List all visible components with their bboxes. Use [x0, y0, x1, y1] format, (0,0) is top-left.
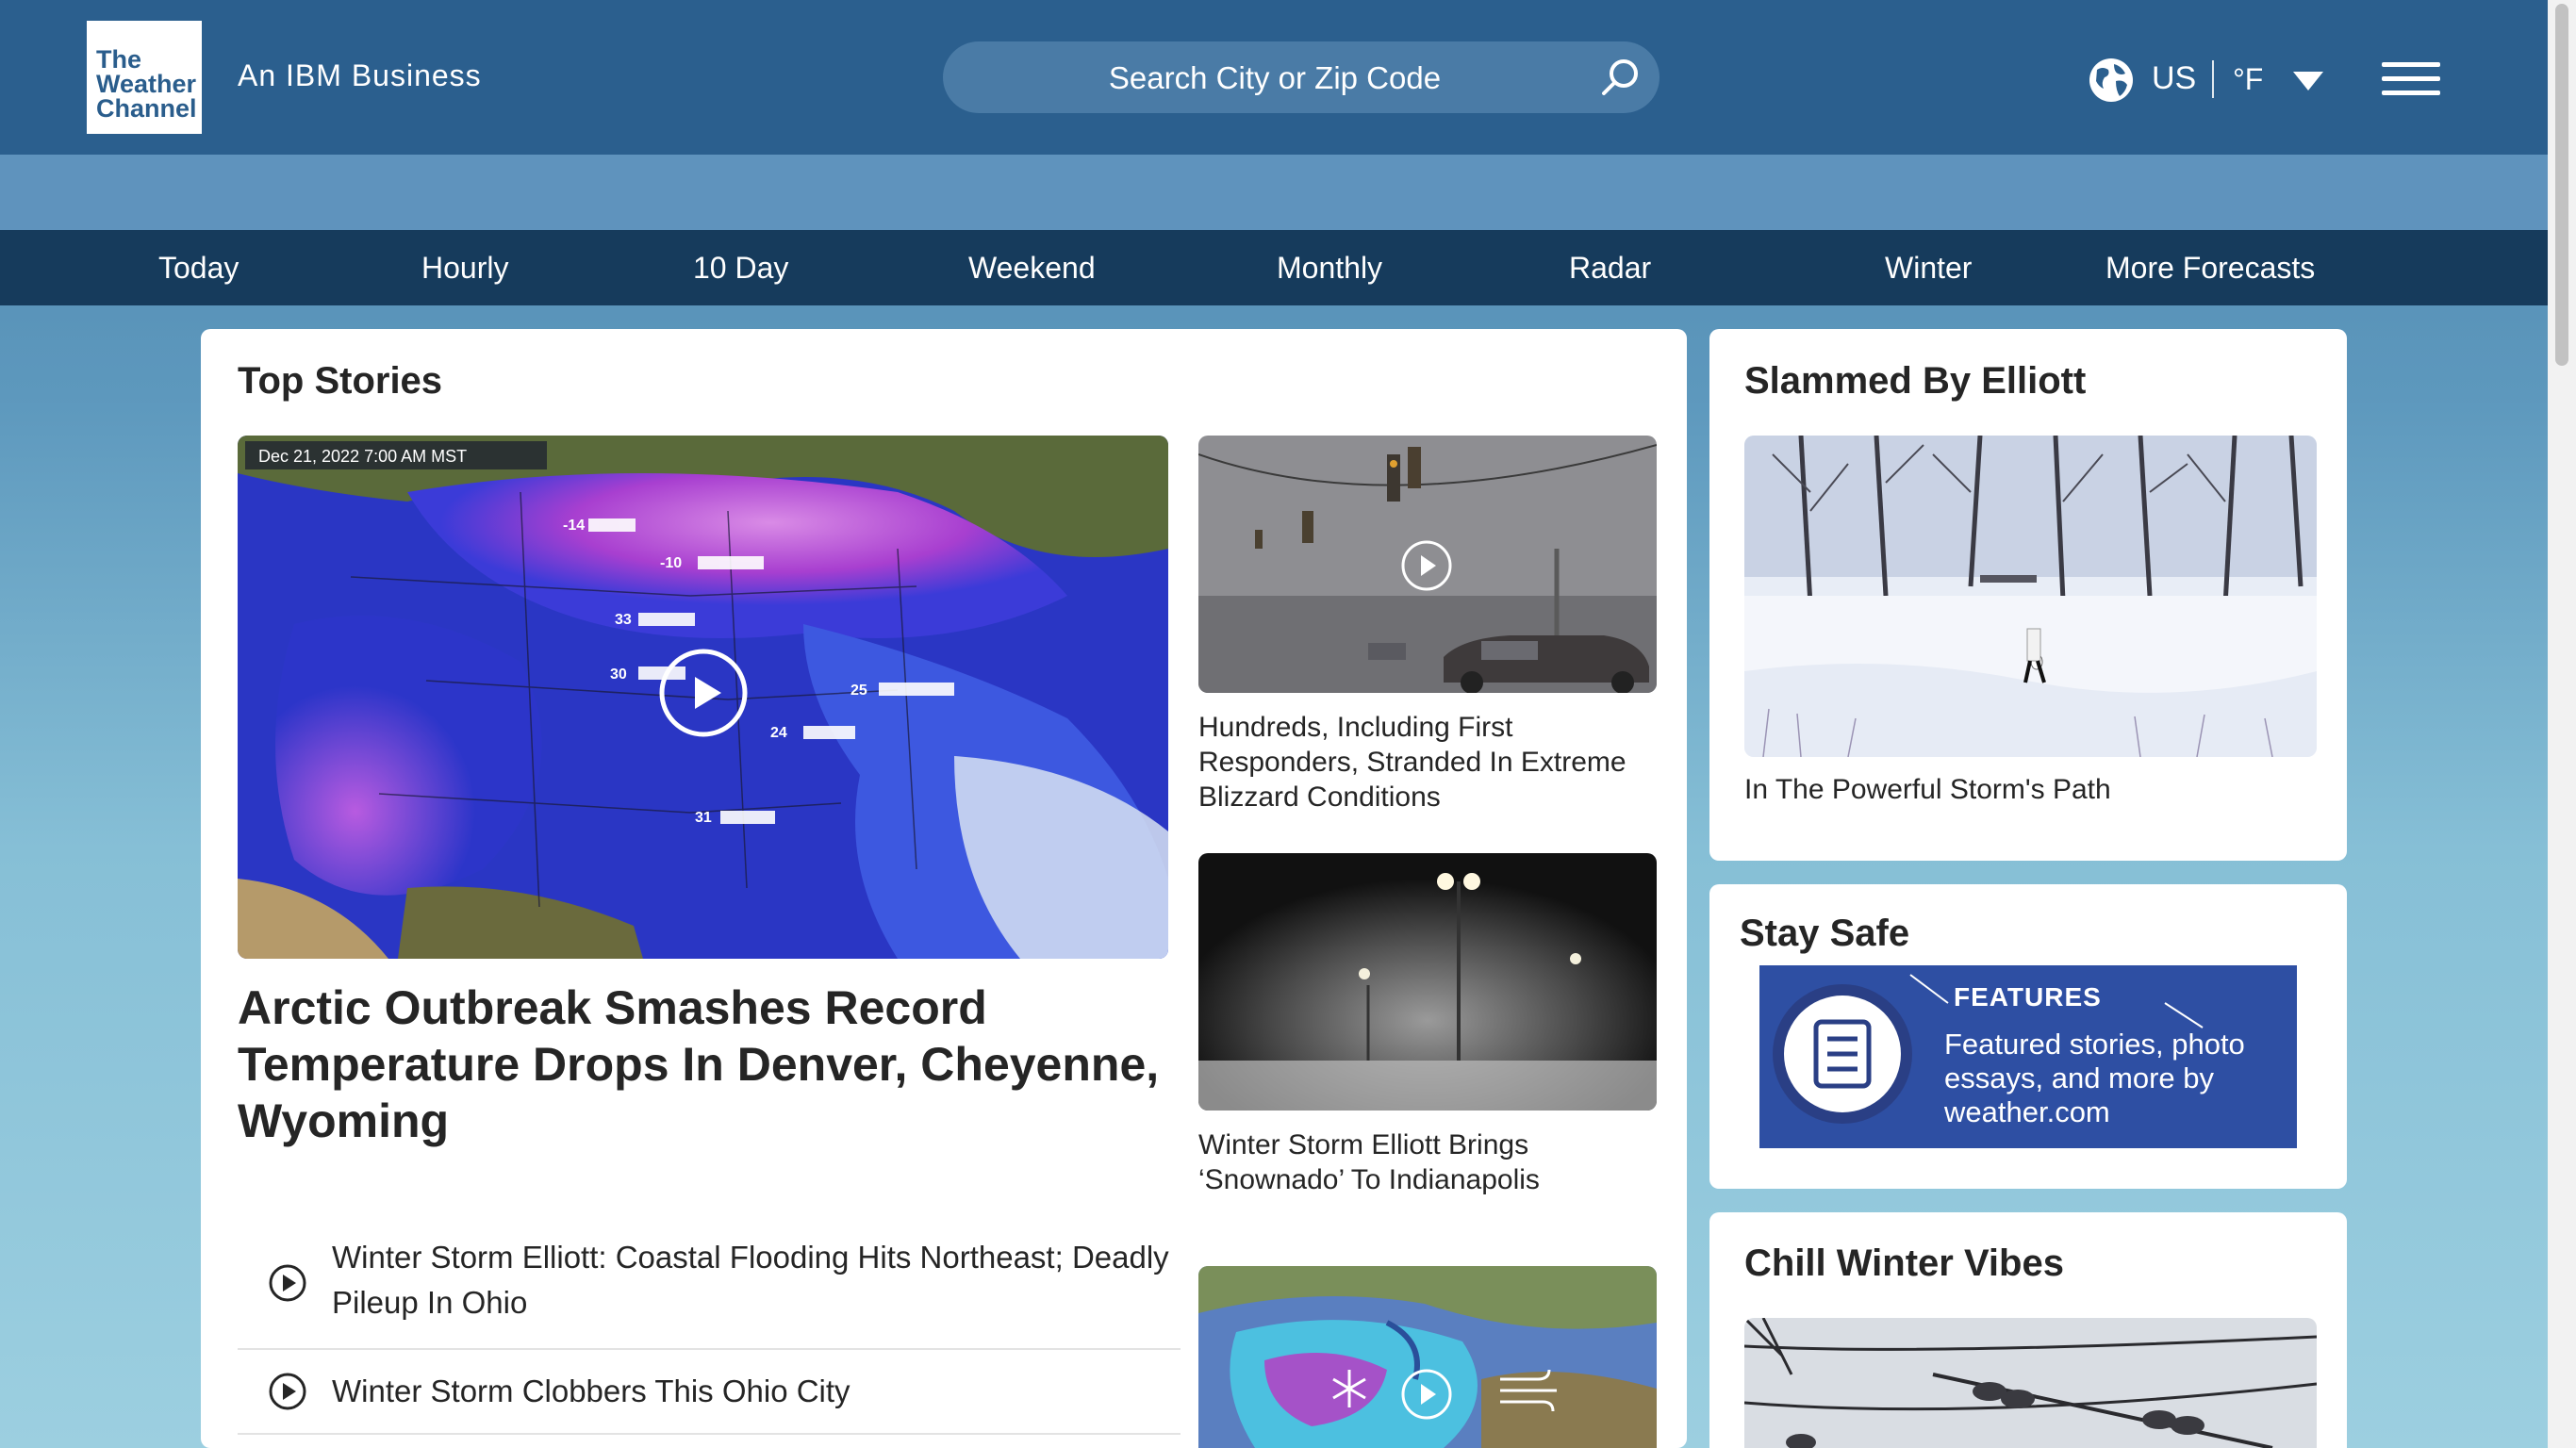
- nav-radar[interactable]: Radar: [1569, 230, 1651, 305]
- document-icon: [1813, 1019, 1872, 1089]
- alert-band: [0, 155, 2548, 230]
- play-icon[interactable]: [1400, 1368, 1453, 1421]
- ibm-tagline: An IBM Business: [238, 58, 482, 92]
- video-link-2[interactable]: Winter Storm Clobbers This Ohio City: [238, 1369, 1181, 1425]
- caret-down-icon[interactable]: [2291, 70, 2325, 92]
- slammed-caption[interactable]: In The Powerful Storm's Path: [1744, 772, 2310, 807]
- nav-monthly[interactable]: Monthly: [1277, 230, 1382, 305]
- nav-today[interactable]: Today: [158, 230, 239, 305]
- play-icon[interactable]: [1400, 539, 1453, 592]
- top-stories-title: Top Stories: [238, 360, 443, 402]
- slammed-image[interactable]: [1744, 436, 2317, 757]
- nav-winter[interactable]: Winter: [1885, 230, 1972, 305]
- svg-text:-10: -10: [660, 555, 682, 571]
- stay-safe-title: Stay Safe: [1740, 913, 1910, 954]
- side-story-1-image[interactable]: [1198, 436, 1657, 693]
- unit-selector[interactable]: °F: [2233, 62, 2263, 97]
- features-label: FEATURES: [1954, 982, 2102, 1012]
- svg-text:-14: -14: [563, 518, 585, 534]
- svg-text:31: 31: [695, 810, 712, 826]
- site-header: The Weather Channel An IBM Business US °…: [0, 0, 2548, 155]
- search-icon[interactable]: [1597, 55, 1643, 100]
- chill-image[interactable]: [1744, 1318, 2317, 1448]
- features-banner[interactable]: FEATURES Featured stories, photo essays,…: [1759, 965, 2297, 1148]
- nav-hourly[interactable]: Hourly: [421, 230, 508, 305]
- snowy-park-graphic: [1744, 436, 2317, 757]
- main-story-image[interactable]: Dec 21, 2022 7:00 AM MST -14 -10 33 30 2…: [238, 436, 1168, 959]
- weather-channel-logo[interactable]: The Weather Channel: [87, 21, 202, 134]
- logo-line-1: The: [96, 45, 142, 74]
- svg-text:25: 25: [850, 683, 867, 699]
- search-input[interactable]: [981, 41, 1569, 115]
- main-story-headline[interactable]: Arctic Outbreak Smashes Record Temperatu…: [238, 979, 1171, 1149]
- play-icon[interactable]: [659, 649, 748, 737]
- play-icon: [269, 1373, 306, 1410]
- logo-line-3: Channel: [96, 94, 197, 123]
- features-description: Featured stories, photo essays, and more…: [1944, 1028, 2245, 1128]
- chill-title: Chill Winter Vibes: [1744, 1242, 2064, 1284]
- video-link-1-title: Winter Storm Elliott: Coastal Flooding H…: [332, 1240, 1169, 1320]
- icy-power-lines-graphic: [1744, 1318, 2317, 1448]
- locale-divider: [2212, 60, 2214, 98]
- list-divider: [238, 1433, 1181, 1435]
- video-link-1[interactable]: Winter Storm Elliott: Coastal Flooding H…: [238, 1235, 1181, 1346]
- scrollbar-thumb[interactable]: [2555, 4, 2568, 366]
- list-divider: [238, 1348, 1181, 1350]
- svg-text:24: 24: [770, 725, 787, 741]
- video-link-2-title: Winter Storm Clobbers This Ohio City: [332, 1374, 850, 1408]
- locale-selector[interactable]: US: [2152, 60, 2196, 97]
- slammed-title: Slammed By Elliott: [1744, 360, 2087, 402]
- logo-line-2: Weather: [96, 70, 197, 98]
- globe-icon[interactable]: [2088, 57, 2135, 104]
- page-scrollbar[interactable]: [2548, 0, 2576, 1448]
- nav-more-forecasts[interactable]: More Forecasts: [2105, 230, 2315, 305]
- forecast-nav: Today Hourly 10 Day Weekend Monthly Rada…: [0, 230, 2548, 305]
- search-box[interactable]: [943, 41, 1660, 115]
- map-timestamp: Dec 21, 2022 7:00 AM MST: [258, 447, 467, 466]
- play-icon: [269, 1264, 306, 1302]
- side-story-3-image[interactable]: [1198, 1266, 1657, 1448]
- snownado-night-graphic: [1198, 853, 1657, 1111]
- svg-text:30: 30: [610, 666, 627, 683]
- great-lakes-map-graphic: [1198, 1266, 1657, 1448]
- side-story-2-image[interactable]: [1198, 853, 1657, 1111]
- menu-icon[interactable]: [2382, 60, 2440, 98]
- svg-text:33: 33: [615, 612, 632, 628]
- nav-weekend[interactable]: Weekend: [968, 230, 1096, 305]
- nav-10-day[interactable]: 10 Day: [693, 230, 788, 305]
- side-story-2-title[interactable]: Winter Storm Elliott Brings ‘Snownado’ T…: [1198, 1127, 1651, 1197]
- side-story-1-title[interactable]: Hundreds, Including First Responders, St…: [1198, 710, 1651, 814]
